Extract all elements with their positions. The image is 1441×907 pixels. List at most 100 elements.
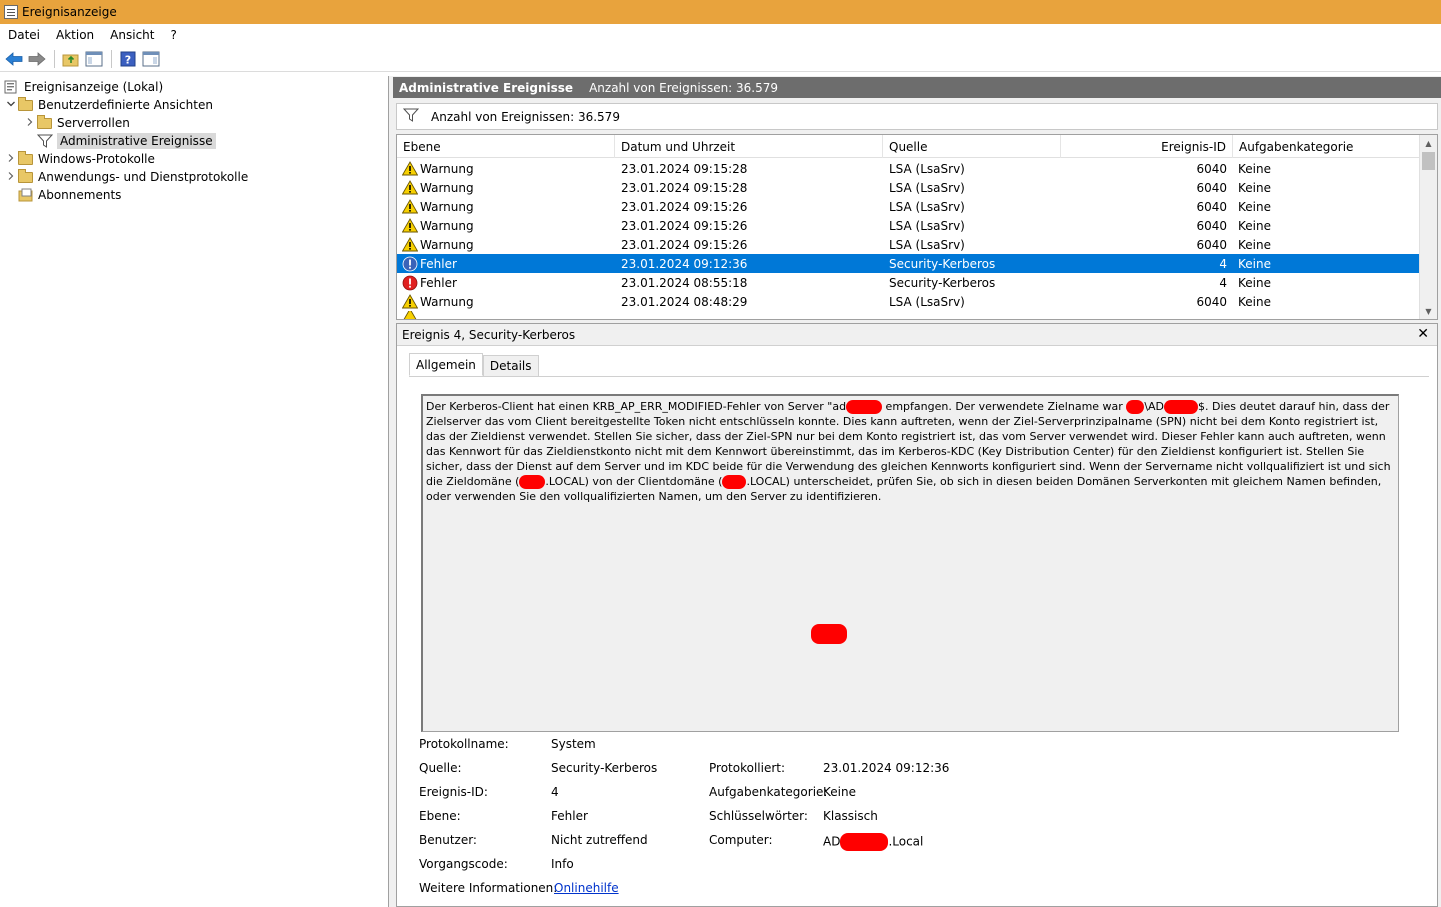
- table-row[interactable]: Warnung 23.01.2024 08:48:29 LSA (LsaSrv)…: [397, 292, 1419, 311]
- cell-level: Warnung: [420, 237, 474, 252]
- redaction-mark: [846, 400, 883, 414]
- prop-value-protokolliert: 23.01.2024 09:12:36: [823, 761, 950, 775]
- detail-tabs: Allgemein Details: [409, 353, 539, 377]
- help-icon[interactable]: ?: [117, 48, 139, 70]
- show-hide-tree-icon[interactable]: [83, 48, 105, 70]
- cell-source: LSA (LsaSrv): [889, 161, 965, 176]
- cell-level: Fehler: [420, 256, 457, 271]
- cell-level: Warnung: [420, 199, 474, 214]
- cell-source: Security-Kerberos: [889, 256, 996, 271]
- folder-icon: [18, 168, 34, 184]
- folder-up-icon[interactable]: [60, 48, 82, 70]
- chevron-down-icon[interactable]: [4, 99, 18, 112]
- toolbar-separator: [54, 49, 55, 68]
- chevron-right-icon[interactable]: [4, 171, 18, 184]
- tab-content-allgemein: Der Kerberos-Client hat einen KRB_AP_ERR…: [409, 376, 1429, 907]
- event-description[interactable]: Der Kerberos-Client hat einen KRB_AP_ERR…: [421, 394, 1399, 732]
- prop-value-ereignis-id: 4: [551, 785, 559, 799]
- tree-item-ereignisanzeige-lokal[interactable]: Ereignisanzeige (Lokal): [4, 78, 163, 96]
- table-row[interactable]: Fehler 23.01.2024 08:55:18 Security-Kerb…: [397, 273, 1419, 292]
- cell-date: 23.01.2024 09:15:26: [621, 199, 748, 214]
- prop-label-benutzer: Benutzer:: [419, 833, 477, 847]
- cell-category: Keine: [1238, 218, 1271, 233]
- cell-category: Keine: [1238, 199, 1271, 214]
- folder-icon: [18, 96, 34, 112]
- tab-allgemein[interactable]: Allgemein: [409, 353, 483, 376]
- menu-ansicht[interactable]: Ansicht: [102, 28, 162, 42]
- computer-suffix: .Local: [888, 834, 924, 849]
- tree-item-anwendungs-und-dienstprotokolle[interactable]: Anwendungs- und Dienstprotokolle: [4, 168, 248, 186]
- prop-label-vorgangscode: Vorgangscode:: [419, 857, 508, 871]
- tab-details[interactable]: Details: [482, 355, 539, 377]
- tree-item-benutzerdefinierte-ansichten[interactable]: Benutzerdefinierte Ansichten: [4, 96, 213, 114]
- close-icon[interactable]: ✕: [1417, 326, 1429, 342]
- desc-part: empfangen. Der verwendete Zielname war: [882, 400, 1127, 413]
- svg-text:?: ?: [125, 53, 131, 66]
- table-row[interactable]: Warnung 23.01.2024 09:15:26 LSA (LsaSrv)…: [397, 197, 1419, 216]
- tree-item-label: Abonnements: [38, 188, 122, 202]
- cell-date: 23.01.2024 09:15:26: [621, 237, 748, 252]
- table-row-partial[interactable]: [397, 311, 1419, 319]
- detail-title: Ereignis 4, Security-Kerberos: [402, 327, 576, 342]
- action-pane-icon[interactable]: [140, 48, 162, 70]
- scroll-down-icon[interactable]: ▼: [1420, 303, 1437, 319]
- prop-value-protokollname: System: [551, 737, 596, 751]
- tree-item-label: Serverrollen: [57, 116, 130, 130]
- window-title: Ereignisanzeige: [22, 5, 117, 19]
- table-row[interactable]: Warnung 23.01.2024 09:15:26 LSA (LsaSrv)…: [397, 235, 1419, 254]
- warning-icon: [402, 311, 418, 319]
- column-header-ebene[interactable]: Ebene: [397, 135, 615, 158]
- column-header-ereignis-id[interactable]: Ereignis-ID: [1061, 135, 1233, 158]
- menu-datei[interactable]: Datei: [0, 28, 48, 42]
- prop-label-weitere-informationen: Weitere Informationen:: [419, 881, 558, 895]
- prop-value-aufgabenkategorie: Keine: [823, 785, 856, 799]
- online-help-link[interactable]: Onlinehilfe: [554, 881, 619, 895]
- tree-item-serverrollen[interactable]: Serverrollen: [23, 114, 130, 132]
- table-row[interactable]: Warnung 23.01.2024 09:15:28 LSA (LsaSrv)…: [397, 159, 1419, 178]
- warning-icon: [402, 161, 418, 177]
- cell-id: 6040: [1196, 180, 1227, 195]
- forward-arrow-icon[interactable]: [26, 48, 48, 70]
- event-viewer-icon: [4, 80, 20, 94]
- column-header-quelle[interactable]: Quelle: [883, 135, 1061, 158]
- cell-id: 6040: [1196, 218, 1227, 233]
- warning-icon: [402, 237, 418, 253]
- tree-item-label: Benutzerdefinierte Ansichten: [38, 98, 213, 112]
- tree-item-administrative-ereignisse[interactable]: Administrative Ereignisse: [37, 132, 216, 150]
- cell-date: 23.01.2024 09:15:26: [621, 218, 748, 233]
- column-header-datum[interactable]: Datum und Uhrzeit: [615, 135, 883, 158]
- table-scrollbar[interactable]: ▲ ▼: [1419, 135, 1437, 319]
- cell-category: Keine: [1238, 256, 1271, 271]
- cell-id: 4: [1219, 275, 1227, 290]
- redaction-mark: [1164, 400, 1199, 414]
- folder-icon: [18, 150, 34, 166]
- chevron-right-icon[interactable]: [23, 117, 37, 130]
- cell-source: LSA (LsaSrv): [889, 294, 965, 309]
- scroll-up-icon[interactable]: ▲: [1420, 135, 1437, 151]
- cell-date: 23.01.2024 08:55:18: [621, 275, 748, 290]
- menu-aktion[interactable]: Aktion: [48, 28, 102, 42]
- prop-label-aufgabenkategorie: Aufgabenkategorie:: [709, 785, 828, 799]
- cell-id: 4: [1219, 256, 1227, 271]
- prop-label-protokollname: Protokollname:: [419, 737, 509, 751]
- table-header: Ebene Datum und Uhrzeit Quelle Ereignis-…: [397, 135, 1419, 158]
- tree-item-label: Administrative Ereignisse: [57, 133, 216, 149]
- menu-help[interactable]: ?: [162, 28, 184, 42]
- prop-value-benutzer: Nicht zutreffend: [551, 833, 648, 847]
- back-arrow-icon[interactable]: [3, 48, 25, 70]
- cell-date: 23.01.2024 08:48:29: [621, 294, 748, 309]
- prop-value-vorgangscode: Info: [551, 857, 574, 871]
- cell-id: 6040: [1196, 294, 1227, 309]
- chevron-right-icon[interactable]: [4, 153, 18, 166]
- scroll-thumb[interactable]: [1422, 152, 1435, 170]
- cell-level: Warnung: [420, 180, 474, 195]
- tree-item-abonnements[interactable]: Abonnements: [18, 186, 121, 204]
- toolbar-separator: [111, 49, 112, 68]
- prop-value-ebene: Fehler: [551, 809, 588, 823]
- column-header-aufgabenkategorie[interactable]: Aufgabenkategorie: [1233, 135, 1419, 158]
- table-row-selected[interactable]: Fehler 23.01.2024 09:12:36 Security-Kerb…: [397, 254, 1419, 273]
- tree-item-windows-protokolle[interactable]: Windows-Protokolle: [4, 150, 155, 168]
- prop-label-quelle: Quelle:: [419, 761, 462, 775]
- table-row[interactable]: Warnung 23.01.2024 09:15:28 LSA (LsaSrv)…: [397, 178, 1419, 197]
- table-row[interactable]: Warnung 23.01.2024 09:15:26 LSA (LsaSrv)…: [397, 216, 1419, 235]
